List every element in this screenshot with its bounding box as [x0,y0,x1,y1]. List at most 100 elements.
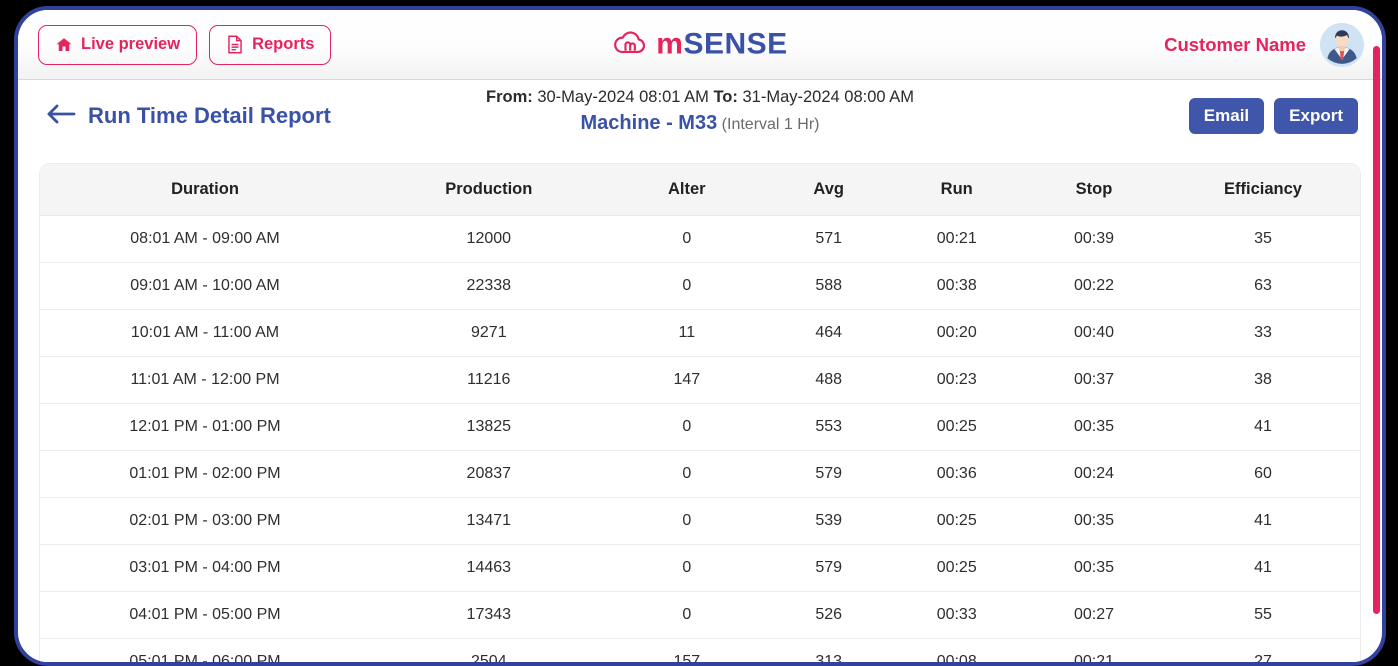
reports-button[interactable]: Reports [209,25,331,65]
range-to-value: 31-May-2024 08:00 AM [742,88,914,106]
cell-alter: 0 [608,592,766,639]
user-area: Customer Name [1164,23,1364,67]
cell-alter: 0 [608,545,766,592]
cloud-logo-icon [612,29,648,60]
machine-name: Machine - M33 [581,112,718,134]
cell-stop: 00:27 [1022,592,1166,639]
cell-duration: 09:01 AM - 10:00 AM [40,263,370,310]
machine-interval: (Interval 1 Hr) [722,116,820,133]
cell-avg: 488 [766,357,891,404]
cell-duration: 12:01 PM - 01:00 PM [40,404,370,451]
live-preview-button[interactable]: Live preview [38,25,197,65]
table-row[interactable]: 03:01 PM - 04:00 PM14463057900:2500:3541 [40,545,1360,592]
column-header-run[interactable]: Run [891,164,1022,216]
cell-production: 17343 [370,592,608,639]
table-row[interactable]: 11:01 AM - 12:00 PM1121614748800:2300:37… [40,357,1360,404]
cell-efficiancy: 55 [1166,592,1360,639]
run-time-detail-table: DurationProductionAlterAvgRunStopEfficia… [40,164,1360,666]
cell-alter: 11 [608,310,766,357]
cell-avg: 464 [766,310,891,357]
table-row[interactable]: 04:01 PM - 05:00 PM17343052600:3300:2755 [40,592,1360,639]
cell-avg: 571 [766,216,891,263]
table-body: 08:01 AM - 09:00 AM12000057100:2100:3935… [40,216,1360,666]
cell-alter: 0 [608,216,766,263]
cell-efficiancy: 38 [1166,357,1360,404]
cell-efficiancy: 41 [1166,545,1360,592]
cell-stop: 00:40 [1022,310,1166,357]
cell-alter: 0 [608,263,766,310]
cell-duration: 02:01 PM - 03:00 PM [40,498,370,545]
cell-avg: 579 [766,451,891,498]
page-scrollbar[interactable] [1373,46,1380,614]
cell-run: 00:25 [891,498,1022,545]
cell-alter: 0 [608,404,766,451]
cell-stop: 00:22 [1022,263,1166,310]
cell-production: 9271 [370,310,608,357]
cell-run: 00:20 [891,310,1022,357]
cell-avg: 313 [766,639,891,666]
cell-run: 00:23 [891,357,1022,404]
header-actions: Email Export [1189,98,1358,134]
range-to-label: To: [713,88,737,106]
column-header-duration[interactable]: Duration [40,164,370,216]
back-arrow-icon[interactable] [46,103,76,130]
cell-avg: 539 [766,498,891,545]
export-button[interactable]: Export [1274,98,1358,134]
live-preview-label: Live preview [81,35,180,54]
report-title-group[interactable]: Run Time Detail Report [46,103,331,130]
cell-efficiancy: 60 [1166,451,1360,498]
cell-production: 11216 [370,357,608,404]
cell-stop: 00:35 [1022,545,1166,592]
report-table-container: DurationProductionAlterAvgRunStopEfficia… [40,164,1360,666]
brand-sense-text: SENSE [683,28,787,61]
cell-production: 13471 [370,498,608,545]
cell-stop: 00:35 [1022,404,1166,451]
email-button[interactable]: Email [1189,98,1264,134]
avatar[interactable] [1320,23,1364,67]
cell-run: 00:25 [891,545,1022,592]
table-header-row: DurationProductionAlterAvgRunStopEfficia… [40,164,1360,216]
cell-efficiancy: 41 [1166,498,1360,545]
table-row[interactable]: 08:01 AM - 09:00 AM12000057100:2100:3935 [40,216,1360,263]
cell-run: 00:38 [891,263,1022,310]
cell-alter: 147 [608,357,766,404]
cell-efficiancy: 63 [1166,263,1360,310]
table-row[interactable]: 05:01 PM - 06:00 PM250415731300:0800:212… [40,639,1360,666]
cell-production: 20837 [370,451,608,498]
cell-run: 00:21 [891,216,1022,263]
table-row[interactable]: 02:01 PM - 03:00 PM13471053900:2500:3541 [40,498,1360,545]
cell-production: 13825 [370,404,608,451]
cell-stop: 00:37 [1022,357,1166,404]
cell-stop: 00:24 [1022,451,1166,498]
column-header-efficiancy[interactable]: Efficiancy [1166,164,1360,216]
column-header-production[interactable]: Production [370,164,608,216]
range-from-value: 30-May-2024 08:01 AM [537,88,709,106]
cell-production: 2504 [370,639,608,666]
cell-duration: 11:01 AM - 12:00 PM [40,357,370,404]
cell-stop: 00:35 [1022,498,1166,545]
cell-alter: 0 [608,498,766,545]
cell-duration: 01:01 PM - 02:00 PM [40,451,370,498]
top-navbar: Live preview Reports mSENSE [18,10,1382,80]
app-window: Live preview Reports mSENSE [14,6,1386,666]
range-from-label: From: [486,88,533,106]
cell-duration: 10:01 AM - 11:00 AM [40,310,370,357]
customer-name: Customer Name [1164,34,1306,56]
cell-alter: 0 [608,451,766,498]
column-header-stop[interactable]: Stop [1022,164,1166,216]
table-row[interactable]: 01:01 PM - 02:00 PM20837057900:3600:2460 [40,451,1360,498]
table-head: DurationProductionAlterAvgRunStopEfficia… [40,164,1360,216]
cell-efficiancy: 33 [1166,310,1360,357]
table-row[interactable]: 12:01 PM - 01:00 PM13825055300:2500:3541 [40,404,1360,451]
report-header: Run Time Detail Report From: 30-May-2024… [18,80,1382,152]
cell-duration: 08:01 AM - 09:00 AM [40,216,370,263]
column-header-alter[interactable]: Alter [608,164,766,216]
cell-efficiancy: 27 [1166,639,1360,666]
cell-production: 12000 [370,216,608,263]
table-row[interactable]: 09:01 AM - 10:00 AM22338058800:3800:2263 [40,263,1360,310]
cell-efficiancy: 41 [1166,404,1360,451]
cell-run: 00:08 [891,639,1022,666]
table-row[interactable]: 10:01 AM - 11:00 AM92711146400:2000:4033 [40,310,1360,357]
column-header-avg[interactable]: Avg [766,164,891,216]
cell-stop: 00:39 [1022,216,1166,263]
